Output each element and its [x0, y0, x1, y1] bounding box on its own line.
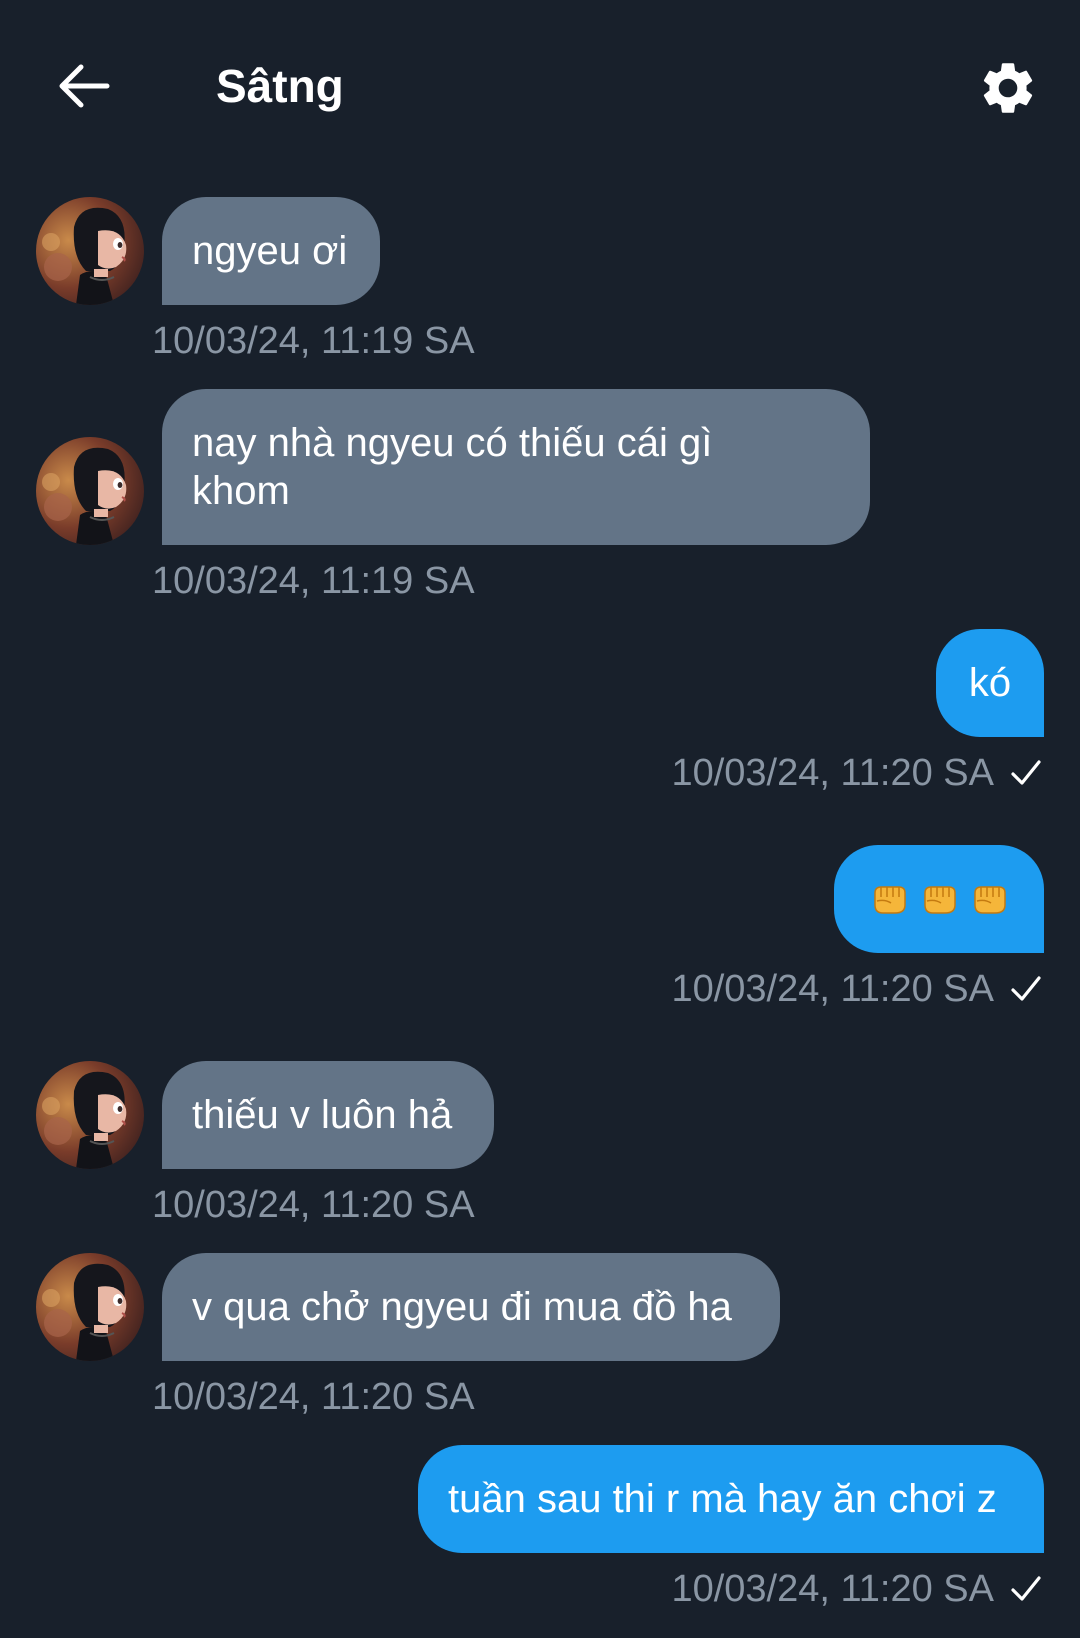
message-text: kó — [968, 661, 1012, 705]
message-timestamp: 10/03/24, 11:20 SA — [671, 1568, 994, 1610]
message-timestamp: 10/03/24, 11:20 SA — [152, 1376, 475, 1418]
message-bubble-outgoing[interactable]: tuần sau thi r mà hay ăn chơi z — [418, 1445, 1044, 1553]
gear-icon — [983, 63, 1033, 113]
message-text-line: nay nhà ngyeu có thiếu cái gì — [192, 421, 713, 465]
message-bubble-outgoing[interactable]: kó — [936, 629, 1044, 737]
message-text: ngyeu ơi — [192, 229, 348, 273]
checkmark-icon — [1008, 1571, 1044, 1607]
message-bubble-incoming[interactable]: nay nhà ngyeu có thiếu cái gì khom — [162, 389, 870, 545]
chat-title: Sâtng — [216, 60, 344, 112]
avatar[interactable] — [36, 1253, 144, 1361]
oncoming-fist-icon — [921, 883, 957, 915]
avatar[interactable] — [36, 437, 144, 545]
avatar[interactable] — [36, 1061, 144, 1169]
message-text: v qua chở ngyeu đi mua đồ ha — [192, 1285, 732, 1329]
message-bubble-incoming[interactable]: ngyeu ơi — [162, 197, 380, 305]
message-bubble-incoming[interactable]: v qua chở ngyeu đi mua đồ ha — [162, 1253, 780, 1361]
chat-header: Sâtng — [0, 0, 1080, 170]
checkmark-icon — [1008, 971, 1044, 1007]
message-timestamp: 10/03/24, 11:19 SA — [152, 320, 475, 362]
checkmark-icon — [1008, 755, 1044, 791]
emoji-row — [871, 883, 1007, 915]
message-timestamp: 10/03/24, 11:20 SA — [671, 968, 994, 1010]
message-meta: 10/03/24, 11:20 SA — [671, 1566, 1044, 1612]
message-text: thiếu v luôn hả — [192, 1093, 453, 1137]
back-button[interactable] — [52, 58, 116, 114]
oncoming-fist-icon — [971, 883, 1007, 915]
message-meta: 10/03/24, 11:20 SA — [671, 750, 1044, 796]
oncoming-fist-icon — [871, 883, 907, 915]
avatar[interactable] — [36, 197, 144, 305]
message-bubble-outgoing[interactable] — [834, 845, 1044, 953]
message-timestamp: 10/03/24, 11:20 SA — [152, 1184, 475, 1226]
message-meta: 10/03/24, 11:20 SA — [671, 966, 1044, 1012]
message-timestamp: 10/03/24, 11:19 SA — [152, 560, 475, 602]
message-timestamp: 10/03/24, 11:20 SA — [671, 752, 994, 794]
arrow-left-icon — [59, 64, 110, 108]
settings-button[interactable] — [972, 52, 1044, 124]
message-bubble-incoming[interactable]: thiếu v luôn hả — [162, 1061, 494, 1169]
message-text: tuần sau thi r mà hay ăn chơi z — [448, 1477, 997, 1521]
message-text-line: khom — [192, 469, 290, 513]
